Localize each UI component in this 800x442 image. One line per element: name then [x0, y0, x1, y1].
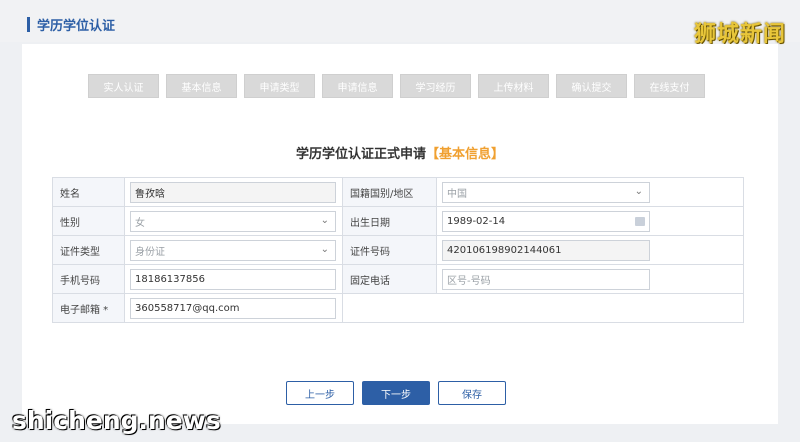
- form-title-text: 学历学位认证正式申请: [295, 147, 426, 162]
- form-row: 手机号码 18186137856 固定电话 区号-号码: [53, 265, 743, 294]
- mobile-label: 手机号码: [53, 265, 125, 293]
- form-title: 学历学位认证正式申请【基本信息】: [0, 143, 800, 162]
- watermark-bottom: shicheng.news: [12, 406, 221, 435]
- step-basic-info[interactable]: 基本信息: [166, 74, 237, 98]
- nationality-select[interactable]: 中国 ⌄: [442, 181, 650, 203]
- form-section-label: 【基本信息】: [426, 147, 505, 162]
- gender-label: 性别: [53, 207, 125, 235]
- id-type-select[interactable]: 身份证 ⌄: [130, 239, 336, 261]
- gender-select[interactable]: 女 ⌄: [130, 210, 336, 232]
- birth-date-field[interactable]: 1989-02-14: [442, 210, 650, 232]
- chevron-down-icon: ⌄: [320, 214, 329, 226]
- id-number-label: 证件号码: [343, 236, 437, 264]
- step-study-history[interactable]: 学习经历: [400, 74, 471, 98]
- step-application-type[interactable]: 申请类型: [244, 74, 315, 98]
- email-label: 电子邮箱 *: [53, 294, 125, 322]
- nationality-label: 国籍国别/地区: [343, 178, 437, 206]
- save-button[interactable]: 保存: [438, 381, 506, 405]
- phone-label: 固定电话: [343, 265, 437, 293]
- id-type-label: 证件类型: [53, 236, 125, 264]
- id-number-field[interactable]: 420106198902144061: [442, 239, 650, 261]
- name-label: 姓名: [53, 178, 125, 206]
- button-bar: 上一步 下一步 保存: [286, 381, 506, 405]
- next-button[interactable]: 下一步: [362, 381, 430, 405]
- top-bar: 学历学位认证 狮城新闻: [0, 0, 800, 47]
- mobile-field[interactable]: 18186137856: [130, 268, 336, 290]
- step-tabs: 实人认证 基本信息 申请类型 申请信息 学习经历 上传材料 确认提交 在线支付: [88, 74, 705, 98]
- step-real-name[interactable]: 实人认证: [88, 74, 159, 98]
- form-row: 性别 女 ⌄ 出生日期 1989-02-14: [53, 207, 743, 236]
- step-upload-materials[interactable]: 上传材料: [478, 74, 549, 98]
- email-field[interactable]: 360558717@qq.com: [130, 297, 336, 319]
- chevron-down-icon: ⌄: [634, 185, 643, 197]
- form-row: 证件类型 身份证 ⌄ 证件号码 420106198902144061: [53, 236, 743, 265]
- step-confirm-submit[interactable]: 确认提交: [556, 74, 627, 98]
- name-field[interactable]: 鲁孜晗: [130, 181, 336, 203]
- form-row: 姓名 鲁孜晗 国籍国别/地区 中国 ⌄: [53, 178, 743, 207]
- step-online-payment[interactable]: 在线支付: [634, 74, 705, 98]
- phone-field[interactable]: 区号-号码: [442, 268, 650, 290]
- chevron-down-icon: ⌄: [320, 243, 329, 255]
- calendar-icon[interactable]: [635, 216, 645, 226]
- birth-label: 出生日期: [343, 207, 437, 235]
- page-title: 学历学位认证: [37, 19, 116, 34]
- step-application-info[interactable]: 申请信息: [322, 74, 393, 98]
- title-accent-bar: [27, 17, 30, 32]
- prev-button[interactable]: 上一步: [286, 381, 354, 405]
- form-grid: 姓名 鲁孜晗 国籍国别/地区 中国 ⌄ 性别 女 ⌄ 出生日期 1989-02-14…: [52, 177, 744, 323]
- form-row: 电子邮箱 * 360558717@qq.com: [53, 294, 743, 322]
